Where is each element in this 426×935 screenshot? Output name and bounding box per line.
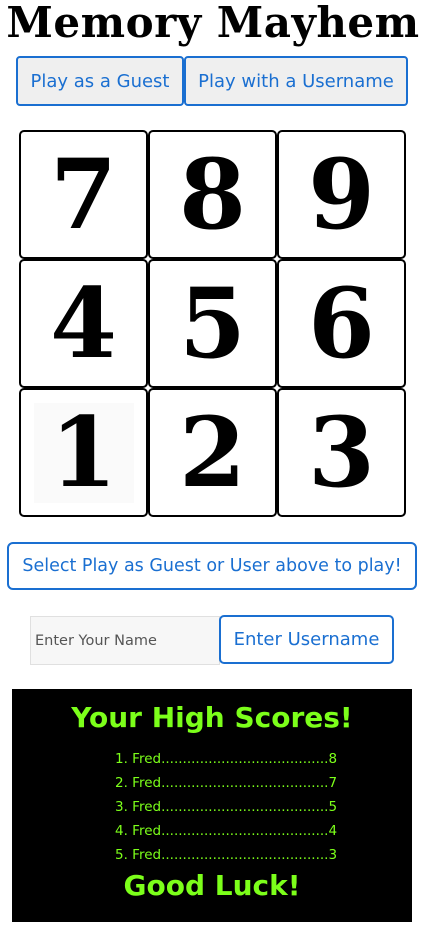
tile-7[interactable]: 7	[19, 130, 148, 259]
play-with-username-button[interactable]: Play with a Username	[184, 56, 408, 106]
tile-6[interactable]: 6	[277, 259, 406, 388]
tile-1[interactable]: 1	[19, 388, 148, 517]
tile-5[interactable]: 5	[148, 259, 277, 388]
tile-digit: 8	[179, 137, 246, 251]
high-scores-panel: Your High Scores! 1. Fred...............…	[12, 689, 412, 922]
tile-digit: 6	[308, 266, 375, 380]
tile-2[interactable]: 2	[148, 388, 277, 517]
tile-digit: 2	[179, 395, 246, 509]
tile-digit: 3	[308, 395, 375, 509]
tile-digit: 9	[308, 137, 375, 251]
score-entry: 3. Fred.................................…	[115, 799, 338, 815]
high-scores-heading: Your High Scores!	[71, 701, 353, 734]
username-input[interactable]	[30, 616, 220, 665]
game-title: Memory Mayhem	[6, 0, 420, 47]
tile-digit: 4	[50, 266, 117, 380]
memory-grid: 7 8 9 4 5 6 1 2 3	[18, 130, 408, 519]
high-scores-list: 1. Fred.................................…	[115, 747, 337, 867]
status-message-button[interactable]: Select Play as Guest or User above to pl…	[7, 542, 417, 590]
score-entry: 2. Fred.................................…	[115, 775, 338, 791]
tile-4[interactable]: 4	[19, 259, 148, 388]
tile-9[interactable]: 9	[277, 130, 406, 259]
enter-username-button[interactable]: Enter Username	[219, 615, 394, 664]
tile-digit: 7	[50, 137, 117, 251]
score-entry: 1. Fred.................................…	[115, 751, 338, 767]
tile-8[interactable]: 8	[148, 130, 277, 259]
tile-digit: 1	[50, 395, 117, 509]
play-as-guest-button[interactable]: Play as a Guest	[16, 56, 184, 106]
score-entry: 5. Fred.................................…	[115, 847, 338, 863]
tile-highlight: 1	[33, 395, 134, 509]
tile-digit: 5	[179, 266, 246, 380]
tile-3[interactable]: 3	[277, 388, 406, 517]
good-luck-text: Good Luck!	[123, 869, 301, 902]
score-entry: 4. Fred.................................…	[115, 823, 338, 839]
